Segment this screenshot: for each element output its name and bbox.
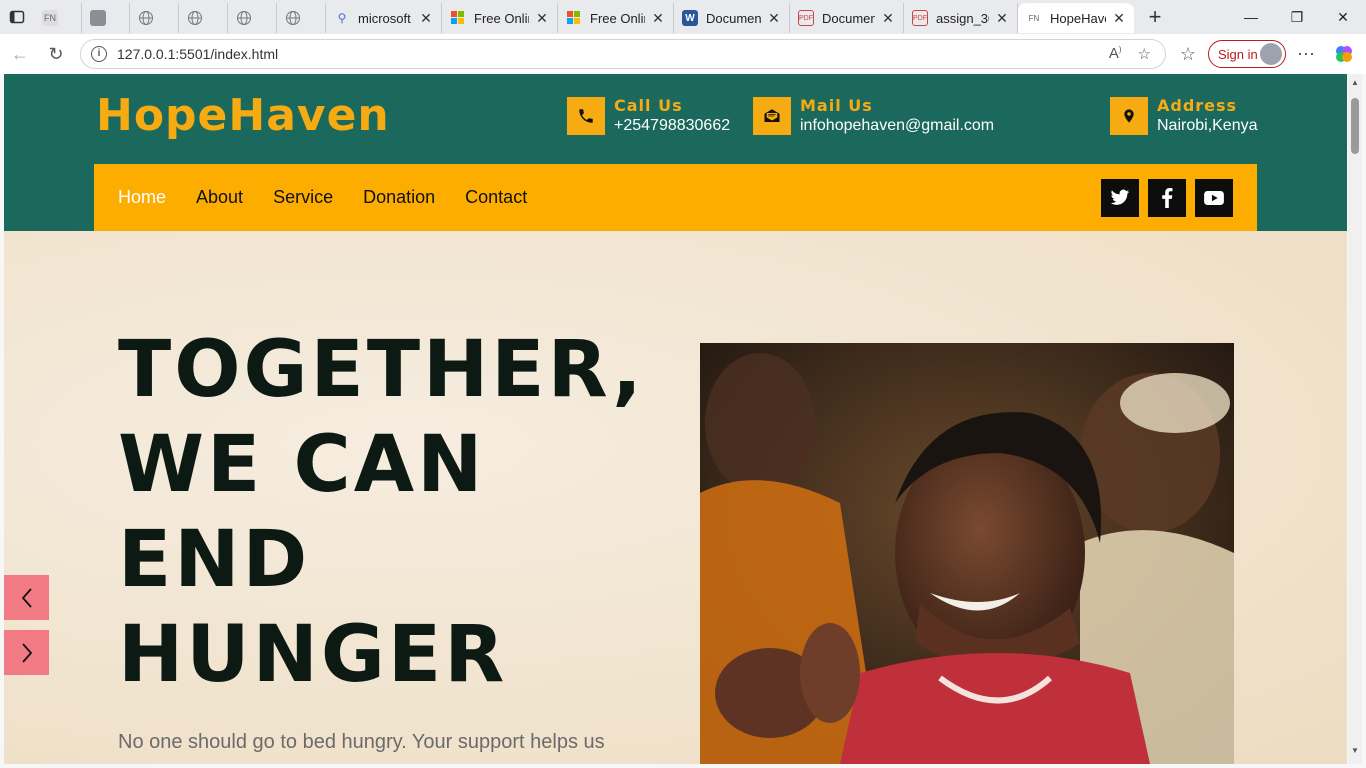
main-nav: Home About Service Donation Contact	[94, 164, 1257, 231]
twitter-icon[interactable]	[1101, 179, 1139, 217]
browser-tab[interactable]	[82, 3, 130, 33]
scroll-down-icon[interactable]: ▼	[1351, 746, 1359, 755]
avatar-icon	[1260, 43, 1282, 65]
browser-tab[interactable]: Free Onlin ✕	[558, 3, 674, 33]
site-header: HopeHaven Call Us +254798830662 Mail Us …	[4, 74, 1347, 231]
hero-subtext: No one should go to bed hungry. Your sup…	[118, 731, 605, 753]
ms-icon	[566, 10, 582, 26]
browser-tab[interactable]: Free Onlin ✕	[442, 3, 558, 33]
tab-actions-icon[interactable]	[0, 0, 34, 34]
scrollbar-thumb[interactable]	[1351, 98, 1359, 154]
address-bar-row: ← ↻ i 127.0.0.1:5501/index.html A) ☆ ☆ S…	[0, 34, 1366, 74]
headline-line: TOGETHER,	[118, 325, 645, 415]
close-window-icon[interactable]: ✕	[1320, 0, 1366, 34]
site-info-icon[interactable]: i	[91, 46, 107, 62]
browser-tab[interactable]	[179, 3, 228, 33]
phone-icon	[567, 97, 605, 135]
pdf-icon: PDF	[912, 10, 928, 26]
browser-tab[interactable]	[130, 3, 179, 33]
envelope-icon	[753, 97, 791, 135]
close-tab-icon[interactable]: ✕	[651, 10, 665, 27]
contact-label: Address	[1157, 96, 1238, 115]
new-tab-button[interactable]: +	[1140, 4, 1170, 30]
url-field[interactable]: i 127.0.0.1:5501/index.html A) ☆	[80, 39, 1166, 69]
hero-headline: TOGETHER, WE CAN END HUNGER	[118, 323, 678, 703]
nav-contact[interactable]: Contact	[465, 187, 527, 208]
back-icon[interactable]: ←	[2, 36, 38, 72]
more-menu-icon[interactable]: ⋯	[1288, 36, 1324, 72]
close-tab-icon[interactable]: ✕	[767, 10, 781, 27]
nav-donation[interactable]: Donation	[363, 187, 435, 208]
minimize-icon[interactable]: —	[1228, 0, 1274, 34]
webpage: HopeHaven Call Us +254798830662 Mail Us …	[4, 74, 1347, 764]
browser-tab[interactable]	[228, 3, 277, 33]
site-logo[interactable]: HopeHaven	[96, 90, 390, 141]
browser-tab[interactable]: PDFassign_30_✕	[904, 3, 1018, 33]
globe-icon	[138, 10, 154, 26]
contact-mail: Mail Us infohopehaven@gmail.com	[753, 96, 995, 135]
window-controls: — ❐ ✕	[1228, 0, 1366, 34]
contact-call: Call Us +254798830662	[567, 96, 731, 135]
url-text: 127.0.0.1:5501/index.html	[117, 46, 279, 62]
contact-label: Call Us	[614, 96, 683, 115]
browser-tab[interactable]: ⚲ microsoft ✕	[326, 3, 442, 33]
image-icon	[90, 10, 106, 26]
close-tab-icon[interactable]: ✕	[1112, 10, 1126, 27]
globe-icon	[236, 10, 252, 26]
contact-label: Mail Us	[800, 96, 873, 115]
word-icon: W	[682, 10, 698, 26]
nav-home[interactable]: Home	[118, 187, 166, 208]
read-aloud-icon[interactable]: A)	[1109, 45, 1122, 63]
social-links	[1101, 179, 1233, 217]
close-tab-icon[interactable]: ✕	[881, 10, 895, 27]
browser-tab[interactable]: FN	[34, 3, 82, 33]
headline-line: END	[118, 515, 311, 605]
carousel-next-button[interactable]	[4, 630, 49, 675]
pdf-icon: PDF	[798, 10, 814, 26]
restore-icon[interactable]: ❐	[1274, 0, 1320, 34]
nav-about[interactable]: About	[196, 187, 243, 208]
globe-icon	[285, 10, 301, 26]
copilot-icon[interactable]	[1326, 36, 1362, 72]
page-icon: FN	[42, 10, 58, 26]
carousel-prev-button[interactable]	[4, 575, 49, 620]
close-tab-icon[interactable]: ✕	[995, 10, 1009, 27]
browser-tab[interactable]: W Document ✕	[674, 3, 790, 33]
close-tab-icon[interactable]: ✕	[535, 10, 549, 27]
map-pin-icon	[1110, 97, 1148, 135]
headline-line: WE CAN	[118, 420, 486, 510]
browser-tab[interactable]	[277, 3, 326, 33]
browser-tab[interactable]: PDFDocument✕	[790, 3, 904, 33]
favorite-star-icon[interactable]: ☆	[1138, 45, 1151, 63]
facebook-icon[interactable]	[1148, 179, 1186, 217]
contact-address: Address Nairobi,Kenya	[1110, 96, 1258, 135]
browser-tab-active[interactable]: FN HopeHave ✕	[1018, 3, 1134, 33]
sign-in-button[interactable]: Sign in	[1208, 40, 1286, 68]
sign-in-label: Sign in	[1218, 46, 1258, 62]
scroll-up-icon[interactable]: ▲	[1351, 78, 1359, 87]
headline-line: HUNGER	[118, 610, 508, 700]
hero-photo	[700, 343, 1234, 764]
nav-service[interactable]: Service	[273, 187, 333, 208]
page-icon: FN	[1028, 13, 1040, 23]
youtube-icon[interactable]	[1195, 179, 1233, 217]
page-scrollbar[interactable]: ▲ ▼	[1348, 74, 1362, 764]
contact-value: Nairobi,Kenya	[1157, 117, 1258, 134]
refresh-icon[interactable]: ↻	[38, 36, 74, 72]
contact-value: +254798830662	[614, 117, 731, 134]
favorites-icon[interactable]: ☆	[1170, 36, 1206, 72]
hero-section: TOGETHER, WE CAN END HUNGER No one shoul…	[4, 231, 1347, 764]
contact-value: infohopehaven@gmail.com	[800, 117, 995, 134]
globe-icon	[187, 10, 203, 26]
search-icon: ⚲	[337, 11, 347, 25]
ms-icon	[450, 10, 466, 26]
close-tab-icon[interactable]: ✕	[419, 10, 433, 27]
browser-tab-bar: FN ⚲ microsoft ✕ Free Onlin ✕ Free Onlin ✕ W…	[0, 0, 1366, 34]
